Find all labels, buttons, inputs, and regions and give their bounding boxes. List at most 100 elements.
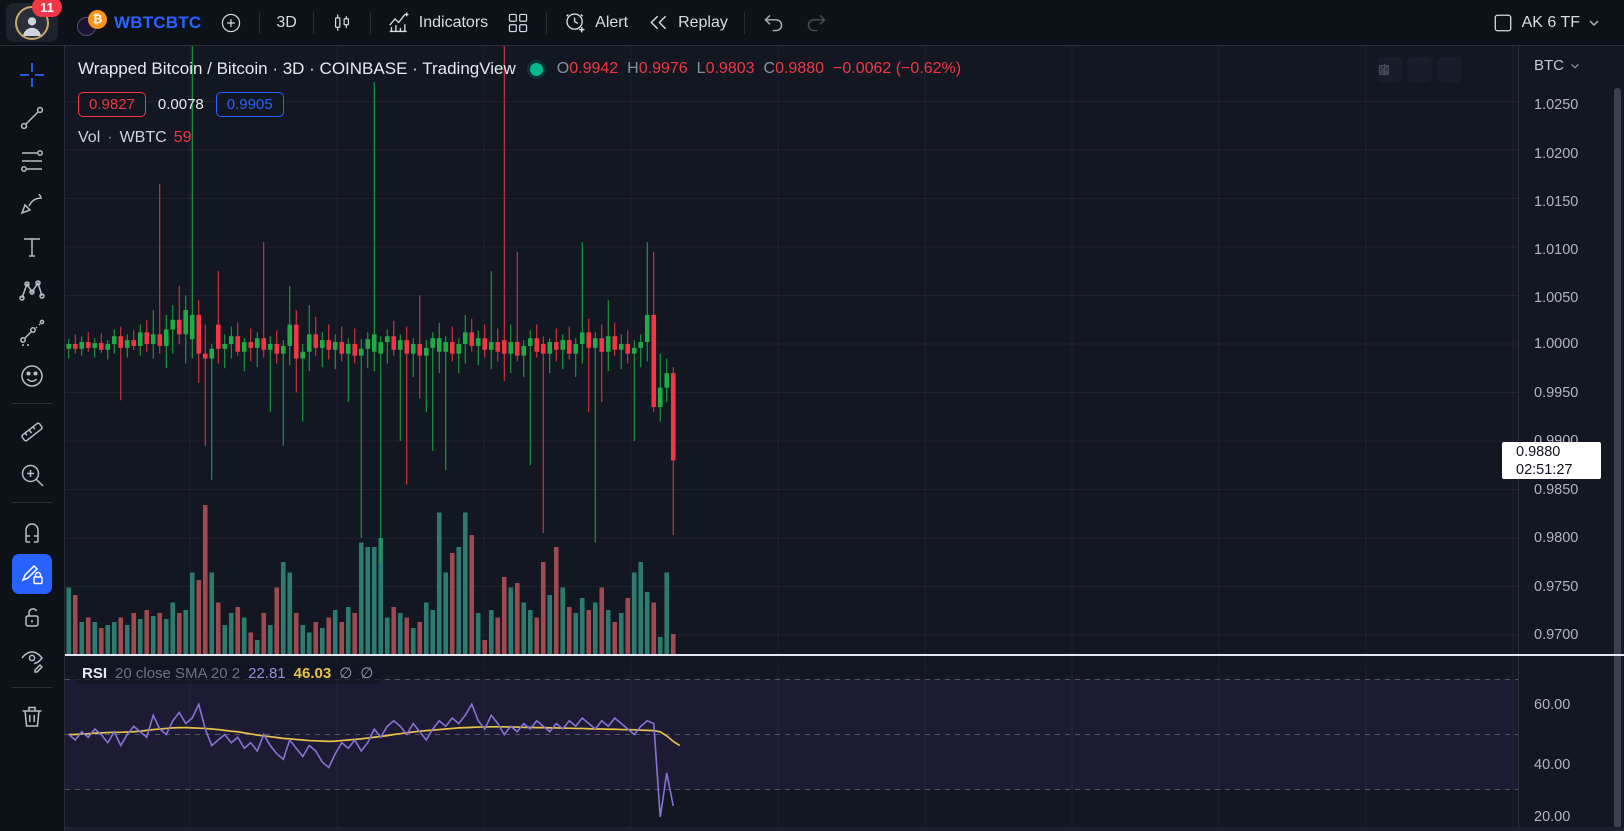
compare-add-symbol-button[interactable] (210, 6, 252, 40)
xabcd-pattern-tool-button[interactable] (12, 270, 52, 310)
magnet-tool-button[interactable] (12, 511, 52, 551)
axis-label: 1.0000 (1534, 336, 1578, 352)
toolbar-divider (12, 502, 52, 503)
chart-area[interactable]: Wrapped Bitcoin / Bitcoin · 3D · COINBAS… (65, 45, 1518, 831)
drawing-toolbar (0, 45, 65, 831)
last-price-countdown-label: 0.9880 02:51:27 (1502, 442, 1601, 479)
interval-button[interactable]: 3D (267, 6, 305, 40)
undo-button[interactable] (752, 6, 795, 40)
remove-drawings-icon (18, 702, 46, 730)
drawing-lock-icon (18, 560, 46, 588)
drawing-lock-tool-button[interactable] (12, 554, 52, 594)
ruler-icon (18, 418, 46, 446)
tradingview-window: 11 ₿ WBTCBTC 3D (0, 0, 1624, 831)
axis-label: 0.9800 (1534, 530, 1578, 546)
indicators-icon (387, 10, 412, 35)
axis-label: 0.9750 (1534, 579, 1578, 595)
ohlc-values: O0.9942 H0.9976 L0.9803 C0.9880 −0.0062 … (557, 60, 961, 78)
market-status-icon[interactable] (530, 63, 543, 76)
price-axis-scale[interactable]: BTC 0.9880 02:51:27 1.0250 1.0200 1.0150 1.… (1518, 45, 1624, 831)
axis-label: 40.00 (1534, 757, 1570, 773)
price-tag-diff: 0.0078 (158, 96, 204, 113)
fib-retracement-tool-button[interactable] (12, 141, 52, 181)
text-icon (18, 233, 46, 261)
axis-label: 20.00 (1534, 809, 1570, 825)
plus-circle-icon (219, 11, 243, 35)
volume-value: 59 (174, 129, 192, 147)
symbol-name: WBTCBTC (114, 13, 201, 33)
rsi-value: 22.81 (248, 665, 286, 682)
redo-icon (804, 10, 829, 35)
forecast-icon (18, 319, 46, 347)
axis-currency-selector[interactable]: BTC (1534, 57, 1581, 74)
emoji-tool-button[interactable] (12, 356, 52, 396)
grid-layout-icon (506, 11, 530, 35)
candlestick-icon (330, 11, 354, 35)
zoom-in-tool-button[interactable] (12, 455, 52, 495)
axis-label: 1.0200 (1534, 146, 1578, 162)
price-pane[interactable] (65, 45, 1518, 656)
redo-button[interactable] (795, 6, 838, 40)
axis-label: 0.9700 (1534, 627, 1578, 643)
pane-close-button[interactable] (1407, 57, 1432, 82)
layout-select-button[interactable]: AK 6 TF (1482, 6, 1610, 40)
replay-button[interactable]: Replay (637, 6, 737, 40)
volume-legend: Vol· WBTC 59 (78, 129, 191, 147)
axis-label: 1.0250 (1534, 97, 1578, 113)
pane-maximize-button[interactable] (1437, 57, 1462, 82)
rsi-sma-value: 46.03 (294, 665, 332, 682)
brush-tool-button[interactable] (12, 184, 52, 224)
axis-label: 0.9950 (1534, 385, 1578, 401)
chart-title[interactable]: Wrapped Bitcoin / Bitcoin · 3D · COINBAS… (78, 59, 516, 79)
toolbar-divider (12, 403, 52, 404)
single-layout-icon (1491, 11, 1515, 35)
undo-icon (761, 10, 786, 35)
zoom-in-icon (18, 461, 46, 489)
chart-style-button[interactable] (321, 6, 363, 40)
xabcd-pattern-icon (18, 276, 46, 304)
time-axis-edge (65, 827, 1624, 831)
notification-badge: 11 (32, 0, 62, 17)
emoji-icon (18, 362, 46, 390)
pane-controls (1377, 57, 1462, 82)
axis-label: 60.00 (1534, 697, 1570, 713)
scrollbar[interactable] (1614, 88, 1621, 828)
trend-line-tool-button[interactable] (12, 98, 52, 138)
lock-all-tool-button[interactable] (12, 597, 52, 637)
templates-grid-button[interactable] (497, 6, 539, 40)
chart-legend-row: Wrapped Bitcoin / Bitcoin · 3D · COINBAS… (78, 59, 961, 79)
chevron-down-icon (1587, 16, 1601, 30)
crosshair-icon (18, 61, 46, 89)
axis-label: 1.0150 (1534, 194, 1578, 210)
layout-name: AK 6 TF (1522, 14, 1580, 32)
last-price: 0.9880 (1516, 443, 1601, 461)
axis-label: 1.0100 (1534, 242, 1578, 258)
price-range-annotation: 0.9827 0.0078 0.9905 (78, 92, 284, 117)
chevron-down-icon (1569, 60, 1581, 72)
indicators-button[interactable]: Indicators (378, 6, 497, 40)
rsi-indicator-legend[interactable]: RSI 20 close SMA 20 2 22.81 46.03 ∅ ∅ (75, 662, 380, 684)
crosshair-tool-button[interactable] (12, 55, 52, 95)
price-tag-high[interactable]: 0.9905 (216, 92, 284, 117)
axis-label: 1.0050 (1534, 290, 1578, 306)
account-menu-button[interactable]: 11 (6, 3, 58, 42)
toolbar-divider (12, 687, 52, 688)
text-tool-button[interactable] (12, 227, 52, 267)
bitcoin-coin-icon: ₿ (88, 10, 107, 29)
alert-button[interactable]: Alert (554, 6, 637, 40)
ruler-tool-button[interactable] (12, 412, 52, 452)
hide-drawings-tool-button[interactable] (12, 640, 52, 680)
symbol-search-button[interactable]: ₿ WBTCBTC (68, 6, 210, 40)
bar-countdown: 02:51:27 (1516, 461, 1601, 479)
price-tag-low[interactable]: 0.9827 (78, 92, 146, 117)
brush-icon (18, 190, 46, 218)
axis-label: 0.9850 (1534, 482, 1578, 498)
forecast-tool-button[interactable] (12, 313, 52, 353)
hide-drawings-icon (18, 646, 46, 674)
top-toolbar: 11 ₿ WBTCBTC 3D (0, 0, 1624, 46)
remove-drawings-tool-button[interactable] (12, 696, 52, 736)
lock-all-icon (18, 603, 46, 631)
pane-separator-handle[interactable] (65, 654, 1624, 656)
magnet-icon (18, 517, 46, 545)
alert-clock-icon (563, 10, 588, 35)
